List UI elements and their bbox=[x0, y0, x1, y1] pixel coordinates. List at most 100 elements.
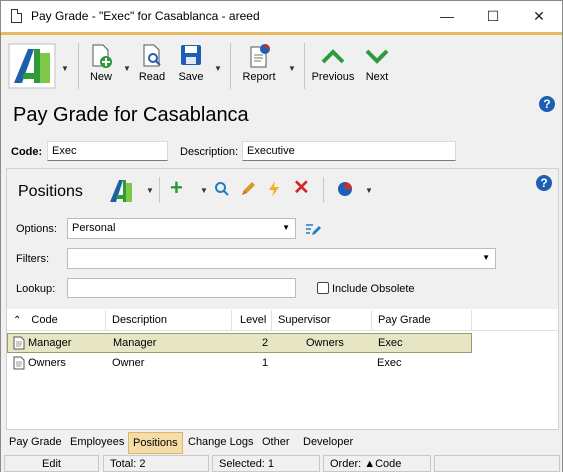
app-logo-small-icon[interactable] bbox=[108, 178, 134, 204]
description-field[interactable]: Executive bbox=[242, 141, 456, 161]
toolbar-separator bbox=[78, 43, 79, 89]
report-dropdown-icon[interactable]: ▼ bbox=[288, 64, 296, 73]
lookup-input[interactable] bbox=[67, 278, 296, 298]
app-menu-button[interactable] bbox=[7, 43, 57, 91]
tab-positions[interactable]: Positions bbox=[128, 432, 183, 454]
status-selected: Selected: 1 bbox=[212, 455, 320, 472]
positions-panel: Positions ▼ + ▼ ✕ ▼ ? Options: Personal … bbox=[6, 168, 559, 430]
chart-dropdown-icon[interactable]: ▼ bbox=[365, 186, 373, 195]
search-icon[interactable] bbox=[214, 181, 230, 197]
filters-label: Filters: bbox=[16, 253, 49, 265]
grid-header: ⌃ Code Description Level Supervisor Pay G… bbox=[7, 310, 558, 331]
chevron-down-icon: ▼ bbox=[282, 223, 290, 232]
tab-developer[interactable]: Developer bbox=[299, 432, 357, 454]
main-toolbar: ▼ New ▼ Read Save ▼ Report ▼ Previous Ne… bbox=[1, 32, 562, 93]
code-label: Code: bbox=[11, 146, 43, 158]
minimize-button[interactable]: — bbox=[424, 1, 470, 32]
status-order: Order: ▲Code bbox=[323, 455, 431, 472]
app-logo-icon bbox=[8, 43, 56, 89]
read-label: Read bbox=[138, 71, 166, 83]
save-dropdown-icon[interactable]: ▼ bbox=[214, 64, 222, 73]
filters-select[interactable]: ▼ bbox=[67, 248, 496, 269]
previous-button[interactable]: Previous bbox=[310, 43, 356, 91]
app-window: Pay Grade - "Exec" for Casablanca - aree… bbox=[0, 0, 563, 472]
maximize-button[interactable]: ☐ bbox=[470, 1, 516, 32]
close-button[interactable]: ✕ bbox=[516, 1, 562, 32]
logo-dropdown-icon[interactable]: ▼ bbox=[146, 186, 154, 195]
new-button[interactable]: New bbox=[85, 43, 117, 91]
status-mode: Edit bbox=[4, 455, 99, 472]
cell-code: Manager bbox=[28, 337, 72, 349]
document-icon bbox=[13, 356, 25, 370]
column-header-code-label: Code bbox=[31, 314, 58, 326]
lookup-label: Lookup: bbox=[16, 283, 56, 295]
table-row[interactable]: Manager Manager 2 Owners Exec bbox=[7, 333, 472, 353]
help-icon[interactable]: ? bbox=[539, 96, 555, 112]
column-header-pay-grade[interactable]: Pay Grade bbox=[372, 310, 472, 331]
app-menu-dropdown-icon[interactable]: ▼ bbox=[61, 64, 69, 73]
cell-level: 1 bbox=[262, 357, 269, 369]
next-button[interactable]: Next bbox=[361, 43, 393, 91]
column-header-description[interactable]: Description bbox=[106, 310, 232, 331]
read-button[interactable]: Read bbox=[136, 43, 168, 91]
window-title: Pay Grade - "Exec" for Casablanca - aree… bbox=[31, 9, 260, 23]
options-label: Options: bbox=[16, 223, 57, 235]
status-empty bbox=[434, 455, 560, 472]
cell-pay-grade: Exec bbox=[378, 337, 403, 349]
positions-controls: Positions ▼ + ▼ ✕ ▼ ? Options: Personal … bbox=[7, 169, 558, 309]
description-label: Description: bbox=[180, 146, 239, 158]
delete-icon[interactable]: ✕ bbox=[293, 175, 310, 200]
page-title: Pay Grade for Casablanca bbox=[13, 104, 249, 126]
cell-description: Manager bbox=[113, 337, 157, 349]
bottom-tabs: Pay Grade Employees Positions Change Log… bbox=[1, 432, 562, 454]
tab-change-logs[interactable]: Change Logs bbox=[184, 432, 257, 454]
cell-supervisor: Owners bbox=[306, 337, 344, 349]
report-label: Report bbox=[242, 71, 276, 83]
previous-label: Previous bbox=[311, 71, 355, 83]
positions-help-icon[interactable]: ? bbox=[536, 175, 552, 191]
cell-description: Owner bbox=[112, 357, 145, 369]
column-header-supervisor[interactable]: Supervisor bbox=[272, 310, 372, 331]
new-dropdown-icon[interactable]: ▼ bbox=[123, 64, 131, 73]
tab-employees[interactable]: Employees bbox=[66, 432, 128, 454]
column-header-code[interactable]: ⌃ Code bbox=[7, 310, 106, 331]
code-field[interactable]: Exec bbox=[47, 141, 168, 161]
status-bar: Edit Total: 2 Selected: 1 Order: ▲Code bbox=[1, 454, 562, 472]
new-label: New bbox=[89, 71, 112, 83]
cell-pay-grade: Exec bbox=[377, 357, 402, 369]
pie-chart-icon[interactable] bbox=[337, 181, 353, 197]
document-icon bbox=[13, 336, 25, 350]
include-obsolete-label: Include Obsolete bbox=[332, 283, 415, 295]
title-bar: Pay Grade - "Exec" for Casablanca - aree… bbox=[1, 1, 562, 32]
add-icon[interactable]: + bbox=[170, 175, 183, 201]
options-value: Personal bbox=[72, 222, 116, 234]
cell-code: Owners bbox=[28, 357, 66, 369]
lightning-icon[interactable] bbox=[267, 180, 281, 198]
add-dropdown-icon[interactable]: ▼ bbox=[200, 186, 208, 195]
tab-other[interactable]: Other bbox=[258, 432, 294, 454]
column-header-level[interactable]: Level bbox=[232, 310, 272, 331]
toolbar-separator bbox=[304, 43, 305, 89]
report-icon bbox=[250, 44, 270, 68]
document-icon bbox=[11, 9, 22, 23]
cell-level: 2 bbox=[262, 337, 269, 349]
sort-ascending-icon: ⌃ bbox=[13, 315, 22, 326]
toolbar-separator bbox=[230, 43, 231, 89]
chevron-up-icon bbox=[321, 49, 345, 64]
include-obsolete-checkbox[interactable] bbox=[317, 282, 329, 294]
status-total: Total: 2 bbox=[103, 455, 209, 472]
next-label: Next bbox=[365, 71, 389, 83]
report-button[interactable]: Report bbox=[239, 43, 279, 91]
edit-list-icon[interactable] bbox=[305, 221, 321, 237]
chevron-down-icon: ▼ bbox=[482, 253, 490, 262]
table-row[interactable]: Owners Owner 1 Exec bbox=[7, 354, 472, 374]
save-label: Save bbox=[178, 71, 204, 83]
options-select[interactable]: Personal ▼ bbox=[67, 218, 296, 239]
save-disk-icon bbox=[181, 45, 201, 65]
chevron-down-icon bbox=[365, 49, 389, 64]
positions-title: Positions bbox=[18, 183, 83, 200]
tab-pay-grade[interactable]: Pay Grade bbox=[5, 432, 66, 454]
pencil-icon[interactable] bbox=[240, 181, 256, 197]
panel-separator bbox=[159, 177, 160, 203]
save-button[interactable]: Save bbox=[175, 43, 207, 91]
